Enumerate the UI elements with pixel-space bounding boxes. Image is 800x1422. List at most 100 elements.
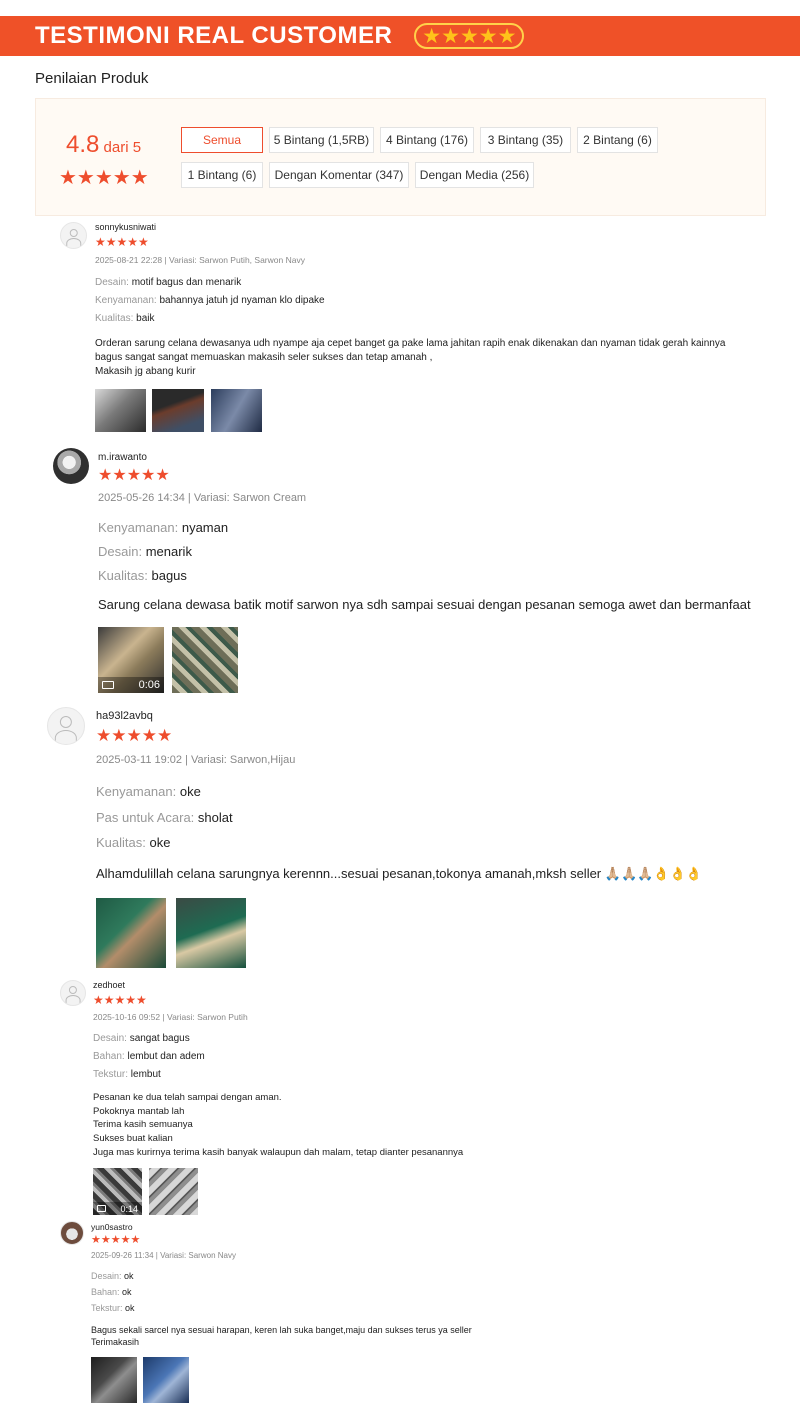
review-username[interactable]: zedhoet [93,980,125,990]
review-attr: Kualitas: baik [95,313,155,324]
attr-value: sangat bagus [129,1033,190,1044]
review-attr: Kualitas: oke [96,835,170,850]
attr-value: lembut dan adem [127,1051,205,1062]
avatar-photo-icon [60,1221,84,1245]
rating-suffix: dari 5 [99,139,142,156]
attr-value: baik [136,313,155,324]
video-overlay: 0:06 [98,677,164,693]
review-photo[interactable] [211,389,262,432]
review-comment: Orderan sarung celana dewasanya udh nyam… [95,338,726,377]
review-username[interactable]: ha93l2avbq [96,710,153,722]
attr-key: Tekstur: [93,1069,131,1080]
attr-value: sholat [197,810,233,825]
review-attr: Desain: menarik [98,544,192,559]
attr-key: Pas untuk Acara: [96,810,198,825]
review-photo[interactable] [143,1357,189,1403]
rating-summary: 4.8 dari 5 ★★★★★ Semua 5 Bintang (1,5RB)… [35,98,766,216]
review-attr: Desain: motif bagus dan menarik [95,277,241,288]
review-photo[interactable] [152,389,204,432]
attr-key: Kenyamanan: [95,295,160,306]
review-video[interactable]: 0:06 [98,627,164,693]
review-video[interactable]: 0:14 [93,1168,142,1215]
review-stars-icon: ★★★★★ [98,467,170,484]
review-comment: Sarung celana dewasa batik motif sarwon … [98,597,751,612]
filter-5-bintang[interactable]: 5 Bintang (1,5RB) [269,127,374,153]
attr-value: ok [125,1303,135,1313]
avatar-placeholder-icon [60,980,86,1006]
attr-value: ok [122,1287,132,1297]
attr-key: Bahan: [91,1287,123,1297]
rating-score: 4.8 dari 5 [66,131,141,159]
review-attr: Tekstur: lembut [93,1069,161,1080]
video-duration: 0:06 [138,679,160,691]
filter-dengan-media[interactable]: Dengan Media (256) [415,162,534,188]
review-attr: Tekstur: ok [91,1303,135,1313]
review-comment: Alhamdulillah celana sarungnya kerennn..… [96,866,702,881]
review-meta: 2025-03-11 19:02 | Variasi: Sarwon,Hijau [96,754,296,766]
section-title: Penilaian Produk [35,70,149,87]
attr-key: Desain: [93,1033,130,1044]
review-attr: Kualitas: bagus [98,568,187,583]
attr-key: Desain: [98,544,146,559]
review-username[interactable]: sonnykusniwati [95,222,156,232]
attr-key: Kualitas: [98,568,152,583]
review-attr: Kenyamanan: bahannya jatuh jd nyaman klo… [95,295,325,306]
rating-value: 4.8 [66,131,100,158]
banner-title: TESTIMONI REAL CUSTOMER [35,22,393,49]
video-duration: 0:14 [120,1203,138,1214]
review-stars-icon: ★★★★★ [95,235,149,249]
review-meta: 2025-08-21 22:28 | Variasi: Sarwon Putih… [95,255,305,265]
filter-3-bintang[interactable]: 3 Bintang (35) [480,127,571,153]
attr-value: bahannya jatuh jd nyaman klo dipake [159,295,325,306]
attr-key: Desain: [95,277,132,288]
review-photo[interactable] [149,1168,198,1215]
avatar-placeholder-icon [60,222,87,249]
review-photo[interactable] [91,1357,137,1403]
review-attr: Kenyamanan: oke [96,784,201,799]
review-attr: Kenyamanan: nyaman [98,520,228,535]
review-stars-icon: ★★★★★ [96,726,173,745]
attr-key: Kualitas: [95,313,137,324]
review-attr: Desain: sangat bagus [93,1033,190,1044]
review-photo[interactable] [172,627,238,693]
video-camera-icon [102,681,114,689]
filter-2-bintang[interactable]: 2 Bintang (6) [577,127,658,153]
review-attr: Bahan: ok [91,1287,132,1297]
review-meta: 2025-05-26 14:34 | Variasi: Sarwon Cream [98,492,307,504]
review-photo[interactable] [176,898,246,968]
attr-value: ok [124,1271,134,1281]
attr-value: lembut [130,1069,161,1080]
filter-semua[interactable]: Semua [181,127,263,153]
attr-value: nyaman [181,520,229,535]
attr-value: menarik [145,544,192,559]
review-username[interactable]: m.irawanto [98,452,147,463]
review-meta: 2025-10-16 09:52 | Variasi: Sarwon Putih [93,1012,248,1022]
attr-value: oke [149,835,171,850]
review-username[interactable]: yun0sastro [91,1222,133,1232]
review-comment: Bagus sekali sarcel nya sesuai harapan, … [91,1325,472,1347]
review-meta: 2025-09-26 11:34 | Variasi: Sarwon Navy [91,1251,236,1260]
video-overlay: 0:14 [93,1202,142,1215]
testimoni-banner: TESTIMONI REAL CUSTOMER ★★★★★ [0,16,800,56]
avatar-placeholder-icon [47,707,85,745]
attr-value: motif bagus dan menarik [131,277,242,288]
filter-1-bintang[interactable]: 1 Bintang (6) [181,162,263,188]
attr-value: bagus [151,568,187,583]
review-photo[interactable] [96,898,166,968]
review-photo[interactable] [95,389,146,432]
attr-key: Desain: [91,1271,125,1281]
attr-key: Kualitas: [96,835,150,850]
review-stars-icon: ★★★★★ [93,993,147,1007]
rating-stars-icon: ★★★★★ [59,167,149,189]
review-attr: Pas untuk Acara: sholat [96,810,233,825]
review-comment: Pesanan ke dua telah sampai dengan aman.… [93,1092,464,1158]
attr-key: Kenyamanan: [96,784,180,799]
attr-key: Tekstur: [91,1303,126,1313]
attr-key: Bahan: [93,1051,128,1062]
attr-value: oke [179,784,201,799]
filter-dengan-komentar[interactable]: Dengan Komentar (347) [269,162,409,188]
review-attr: Desain: ok [91,1271,134,1281]
banner-stars-icon: ★★★★★ [414,23,525,49]
video-camera-icon [97,1205,106,1212]
filter-4-bintang[interactable]: 4 Bintang (176) [380,127,474,153]
